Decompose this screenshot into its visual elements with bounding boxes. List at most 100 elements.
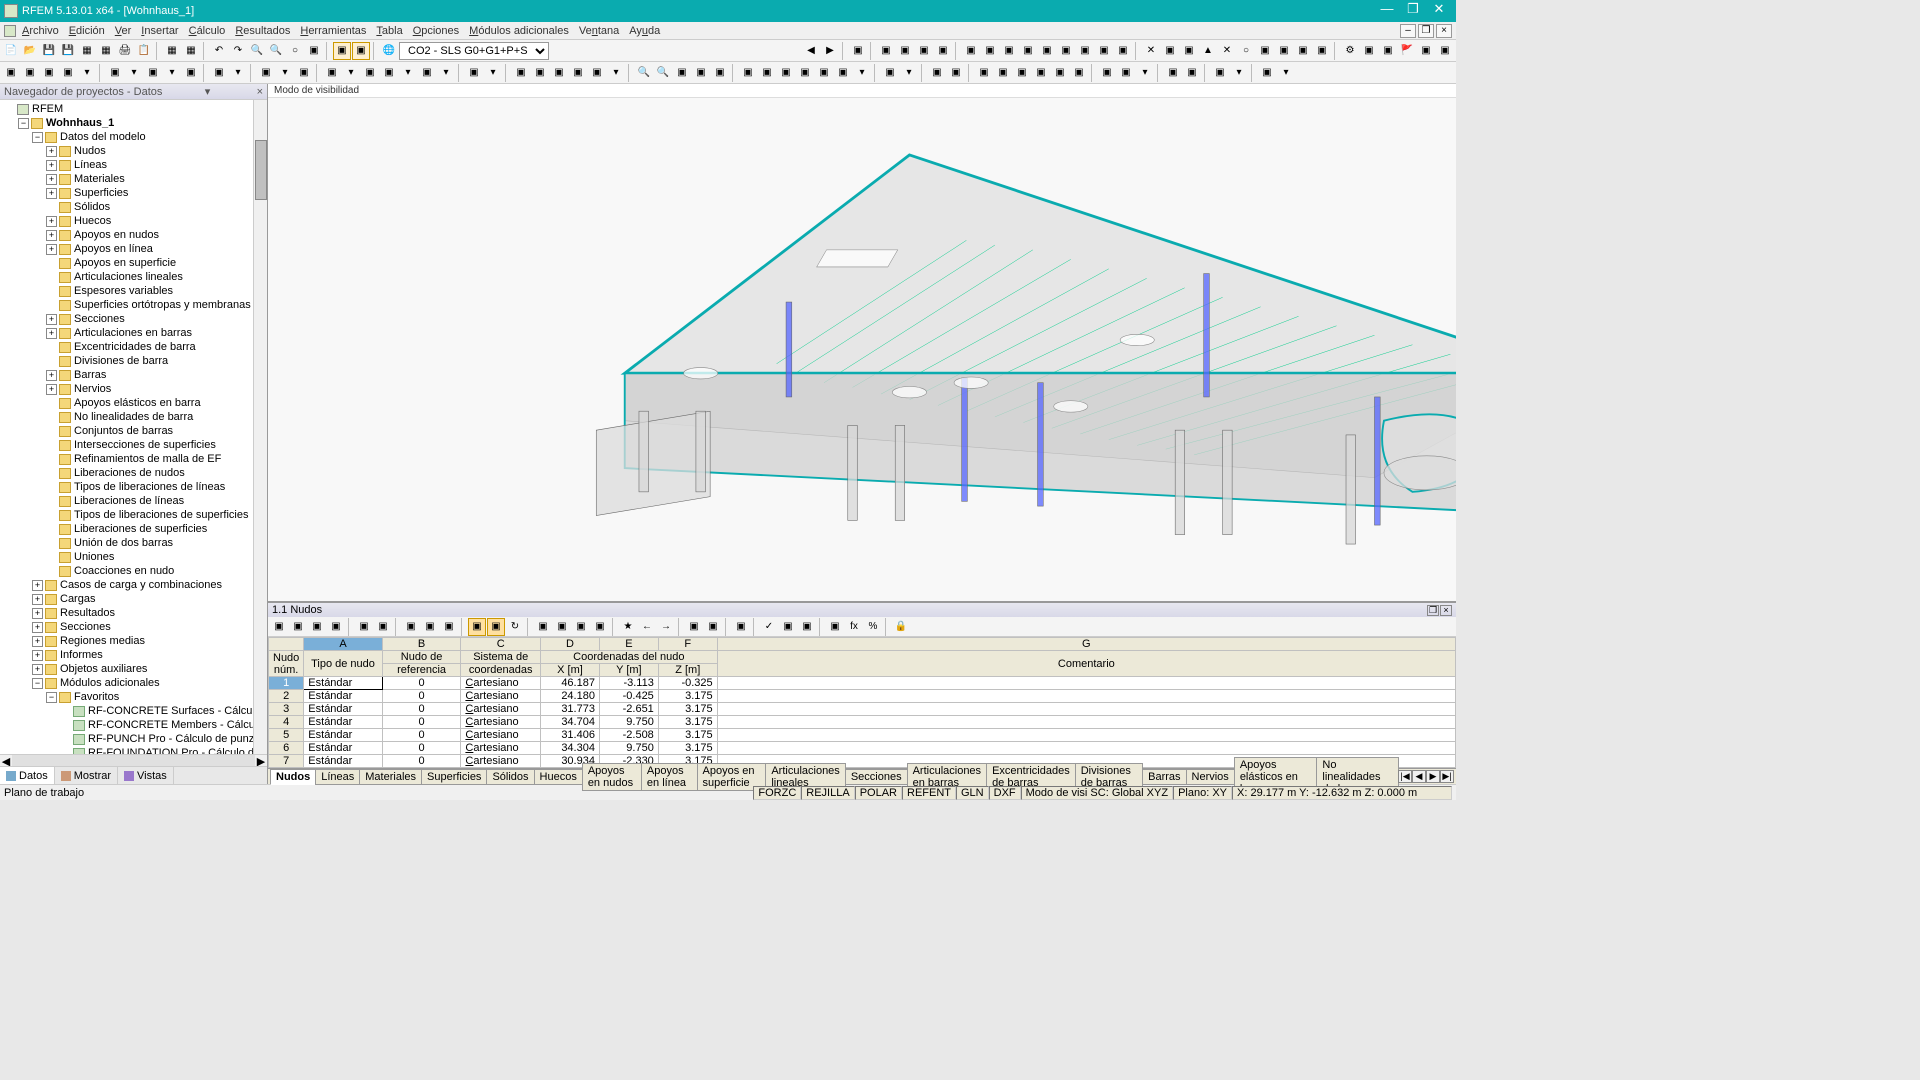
t2-2[interactable]: ▣ bbox=[21, 64, 39, 82]
tt-23[interactable]: ✓ bbox=[760, 618, 778, 636]
col-head[interactable]: E bbox=[599, 638, 658, 651]
menu-resultados[interactable]: Resultados bbox=[235, 25, 290, 37]
t2-59[interactable]: ▾ bbox=[1230, 64, 1248, 82]
t2-21[interactable]: ▣ bbox=[418, 64, 436, 82]
t2-19[interactable]: ▣ bbox=[380, 64, 398, 82]
tt-25[interactable]: ▣ bbox=[798, 618, 816, 636]
btn-r9[interactable]: ▣ bbox=[1019, 42, 1037, 60]
tree-item[interactable]: + Regiones medias bbox=[2, 634, 265, 648]
btn-5[interactable]: ▦ bbox=[78, 42, 96, 60]
t2-13[interactable]: ▣ bbox=[257, 64, 275, 82]
t2-40[interactable]: ▣ bbox=[815, 64, 833, 82]
t2-17[interactable]: ▾ bbox=[342, 64, 360, 82]
t2-29[interactable]: ▣ bbox=[588, 64, 606, 82]
tt-4[interactable]: ▣ bbox=[327, 618, 345, 636]
mdi-max-button[interactable]: ❐ bbox=[1418, 24, 1434, 38]
tree-item[interactable]: Intersecciones de superficies bbox=[2, 438, 265, 452]
t2-1[interactable]: ▣ bbox=[2, 64, 20, 82]
tree-item[interactable]: Superficies ortótropas y membranas bbox=[2, 298, 265, 312]
menu-edicion[interactable]: Edición bbox=[69, 25, 105, 37]
tree-item[interactable]: No linealidades de barra bbox=[2, 410, 265, 424]
table-tab[interactable]: Líneas bbox=[315, 769, 360, 785]
t2-11[interactable]: ▣ bbox=[210, 64, 228, 82]
navtab-vistas[interactable]: Vistas bbox=[118, 767, 174, 784]
t2-5[interactable]: ▾ bbox=[78, 64, 96, 82]
tree-item[interactable]: Conjuntos de barras bbox=[2, 424, 265, 438]
t2-43[interactable]: ▣ bbox=[881, 64, 899, 82]
t2-33[interactable]: ▣ bbox=[673, 64, 691, 82]
btn-r12[interactable]: ▣ bbox=[1076, 42, 1094, 60]
tree-item[interactable]: Sólidos bbox=[2, 200, 265, 214]
t2-55[interactable]: ▾ bbox=[1136, 64, 1154, 82]
mdi-min-button[interactable]: – bbox=[1400, 24, 1416, 38]
col-head[interactable]: C bbox=[461, 638, 541, 651]
t2-7[interactable]: ▾ bbox=[125, 64, 143, 82]
tree-item[interactable]: + Nudos bbox=[2, 144, 265, 158]
t2-47[interactable]: ▣ bbox=[975, 64, 993, 82]
btn-r27[interactable]: ▣ bbox=[1379, 42, 1397, 60]
t2-32[interactable]: 🔍 bbox=[654, 64, 672, 82]
t2-25[interactable]: ▣ bbox=[512, 64, 530, 82]
table-tab[interactable]: Materiales bbox=[359, 769, 422, 785]
tree-item[interactable]: + Barras bbox=[2, 368, 265, 382]
tt-12[interactable]: ↻ bbox=[506, 618, 524, 636]
t2-39[interactable]: ▣ bbox=[796, 64, 814, 82]
menu-ventana[interactable]: Ventana bbox=[579, 25, 619, 37]
navtab-datos[interactable]: Datos bbox=[0, 767, 55, 784]
col-head[interactable]: G bbox=[717, 638, 1455, 651]
t2-28[interactable]: ▣ bbox=[569, 64, 587, 82]
t2-49[interactable]: ▣ bbox=[1013, 64, 1031, 82]
t2-27[interactable]: ▣ bbox=[550, 64, 568, 82]
tt-20[interactable]: ▣ bbox=[685, 618, 703, 636]
btn-r4[interactable]: ▣ bbox=[915, 42, 933, 60]
t2-54[interactable]: ▣ bbox=[1117, 64, 1135, 82]
mdi-close-button[interactable]: × bbox=[1436, 24, 1452, 38]
close-button[interactable]: ✕ bbox=[1426, 2, 1452, 20]
t2-53[interactable]: ▣ bbox=[1098, 64, 1116, 82]
btn-15[interactable]: ○ bbox=[286, 42, 304, 60]
btn-r23[interactable]: ▣ bbox=[1294, 42, 1312, 60]
tree-item[interactable]: + Líneas bbox=[2, 158, 265, 172]
tree-item[interactable]: − Wohnhaus_1 bbox=[2, 116, 265, 130]
t2-58[interactable]: ▣ bbox=[1211, 64, 1229, 82]
btn-18[interactable]: ▣ bbox=[352, 42, 370, 60]
btn-r30[interactable]: ▣ bbox=[1436, 42, 1454, 60]
btn-r2[interactable]: ▣ bbox=[877, 42, 895, 60]
nav-prev-icon[interactable]: ◀ bbox=[802, 42, 820, 60]
t2-48[interactable]: ▣ bbox=[994, 64, 1012, 82]
table-tab[interactable]: Barras bbox=[1142, 769, 1186, 785]
table-row[interactable]: 5 Estándar0Cartesiano 31.406-2.5083.175 bbox=[269, 729, 1456, 742]
t2-56[interactable]: ▣ bbox=[1164, 64, 1182, 82]
tt-3[interactable]: ▣ bbox=[308, 618, 326, 636]
t2-34[interactable]: ▣ bbox=[692, 64, 710, 82]
t2-14[interactable]: ▾ bbox=[276, 64, 294, 82]
t2-38[interactable]: ▣ bbox=[777, 64, 795, 82]
tree-item[interactable]: + Superficies bbox=[2, 186, 265, 200]
table-tab[interactable]: Apoyos en nudos bbox=[582, 763, 642, 791]
table-tab[interactable]: Superficies bbox=[421, 769, 487, 785]
tree-item[interactable]: + Huecos bbox=[2, 214, 265, 228]
model-canvas[interactable] bbox=[268, 98, 1456, 601]
btn-9[interactable]: ▦ bbox=[163, 42, 181, 60]
tree-item[interactable]: Apoyos en superficie bbox=[2, 256, 265, 270]
t2-46[interactable]: ▣ bbox=[947, 64, 965, 82]
t2-45[interactable]: ▣ bbox=[928, 64, 946, 82]
tt-9[interactable]: ▣ bbox=[440, 618, 458, 636]
status-flag[interactable]: POLAR bbox=[855, 786, 902, 800]
btn-r3[interactable]: ▣ bbox=[896, 42, 914, 60]
minimize-button[interactable]: — bbox=[1374, 2, 1400, 20]
save2-icon[interactable]: 💾 bbox=[59, 42, 77, 60]
tree-item[interactable]: RFEM bbox=[2, 102, 265, 116]
table-row[interactable]: 3 Estándar0Cartesiano 31.773-2.6513.175 bbox=[269, 703, 1456, 716]
col-head[interactable]: A bbox=[304, 638, 382, 651]
btn-r5[interactable]: ▣ bbox=[934, 42, 952, 60]
navtab-mostrar[interactable]: Mostrar bbox=[55, 767, 118, 784]
tree-item[interactable]: Refinamientos de malla de EF bbox=[2, 452, 265, 466]
tt-27[interactable]: fx bbox=[845, 618, 863, 636]
btn-r19[interactable]: ✕ bbox=[1218, 42, 1236, 60]
tt-6[interactable]: ▣ bbox=[374, 618, 392, 636]
btn-r13[interactable]: ▣ bbox=[1095, 42, 1113, 60]
tree-item[interactable]: RF-CONCRETE Members - Cálculo de barra bbox=[2, 718, 265, 732]
tree-item[interactable]: + Apoyos en nudos bbox=[2, 228, 265, 242]
nav-close-icon[interactable]: × bbox=[257, 86, 263, 98]
